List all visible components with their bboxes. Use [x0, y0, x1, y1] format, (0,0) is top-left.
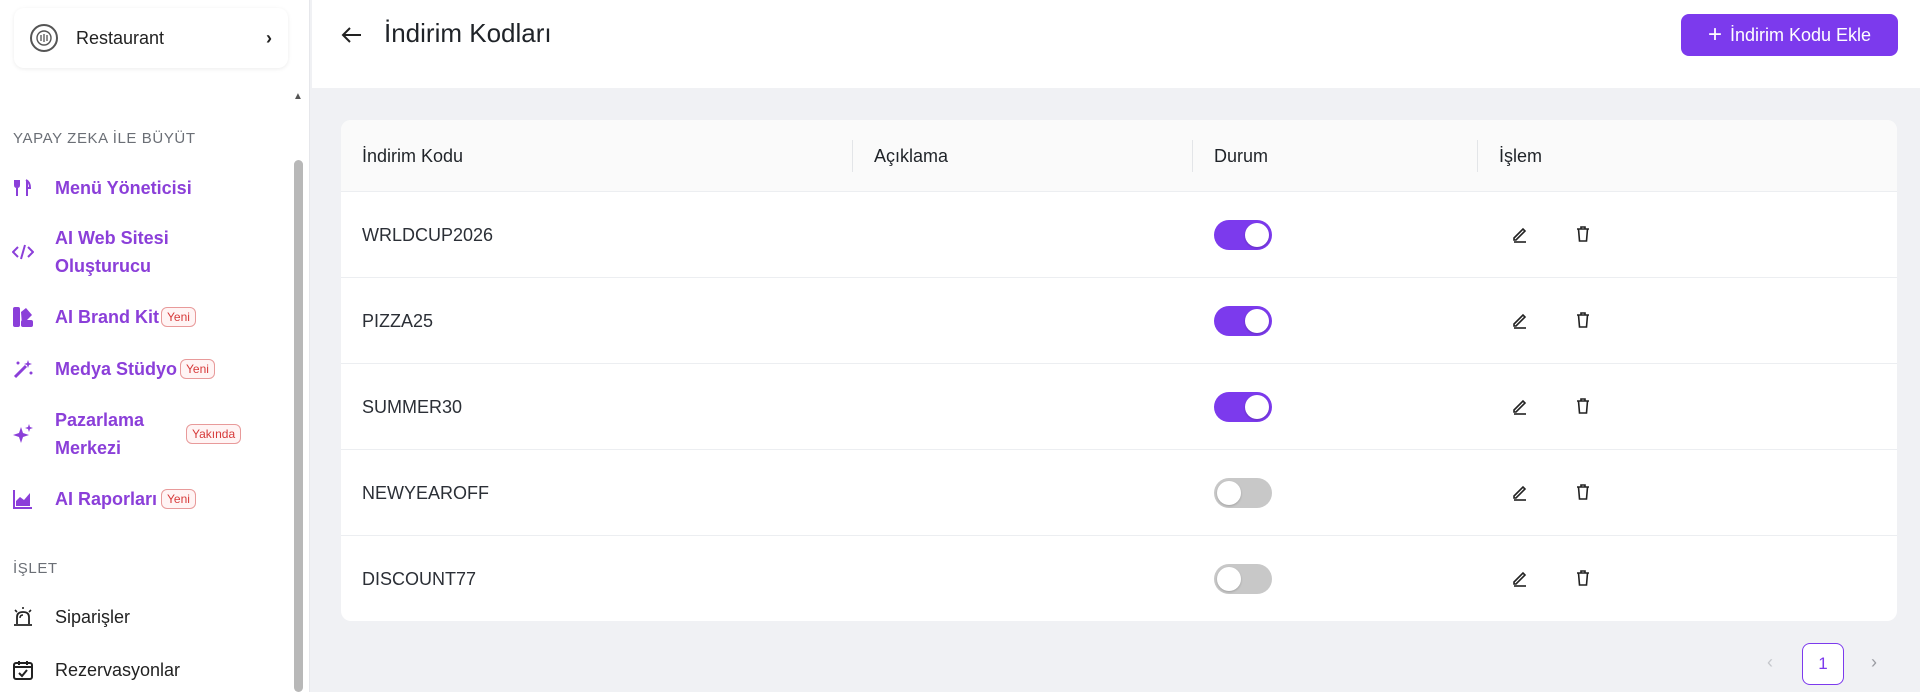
trash-icon[interactable] [1572, 309, 1594, 331]
table-header: İndirim Kodu Açıklama Durum İşlem [341, 120, 1897, 192]
table-row: NEWYEAROFF [341, 450, 1897, 536]
status-toggle[interactable] [1214, 306, 1272, 336]
plus-icon: + [1707, 21, 1722, 48]
sidebar-item-label: Rezervasyonlar [55, 660, 181, 680]
coming-soon-badge: Yakında [186, 424, 242, 444]
new-badge: Yeni [161, 489, 196, 509]
column-divider [852, 140, 853, 172]
sidebar-item-ai-brand-kit[interactable]: AI Brand Kit Yeni [0, 303, 280, 331]
sidebar-item-orders[interactable]: Siparişler [0, 603, 280, 631]
page-header: İndirim Kodları + İndirim Kodu Ekle [312, 0, 1920, 88]
pagination-next-button[interactable]: › [1864, 652, 1884, 676]
table-row: SUMMER30 [341, 364, 1897, 450]
pagination-prev-button[interactable]: ‹ [1760, 652, 1780, 676]
discount-code: PIZZA25 [362, 311, 434, 331]
column-divider [1192, 140, 1193, 172]
trash-icon[interactable] [1572, 395, 1594, 417]
sidebar: Restaurant › ▲ YAPAY ZEKA İLE BÜYÜT Menü… [0, 0, 310, 692]
discount-code: SUMMER30 [362, 397, 463, 417]
sidebar-item-label: AI Web Sitesi [55, 228, 169, 248]
scroll-up-arrow-icon[interactable]: ▲ [292, 90, 304, 102]
toggle-knob [1217, 481, 1241, 505]
toggle-knob [1245, 309, 1269, 333]
discount-code: DISCOUNT77 [362, 569, 477, 589]
code-icon [12, 241, 34, 263]
toggle-knob [1245, 223, 1269, 247]
restaurant-switcher[interactable]: Restaurant › [14, 8, 288, 68]
section-title-operate: İŞLET [13, 560, 58, 577]
sidebar-item-label-line2: Oluşturucu [55, 256, 152, 276]
new-badge: Yeni [161, 307, 196, 327]
sidebar-item-menu-manager[interactable]: Menü Yöneticisi [0, 174, 280, 202]
section-title-ai: YAPAY ZEKA İLE BÜYÜT [13, 130, 196, 147]
sidebar-item-label: Medya Stüdyo [55, 359, 178, 379]
pagination-page-button[interactable]: 1 [1802, 643, 1844, 685]
restaurant-logo-icon [30, 24, 58, 52]
sidebar-item-ai-reports[interactable]: AI Raporları Yeni [0, 485, 280, 513]
edit-icon[interactable] [1509, 481, 1531, 503]
table-row: WRLDCUP2026 [341, 192, 1897, 278]
discount-code: NEWYEAROFF [362, 483, 490, 503]
table-row: DISCOUNT77 [341, 536, 1897, 621]
trash-icon[interactable] [1572, 223, 1594, 245]
column-header-status: Durum [1214, 146, 1269, 166]
sidebar-scrollbar[interactable] [294, 160, 303, 692]
edit-icon[interactable] [1509, 395, 1531, 417]
discount-code: WRLDCUP2026 [362, 225, 494, 245]
status-toggle[interactable] [1214, 564, 1272, 594]
sidebar-item-label: Menü Yöneticisi [55, 178, 192, 198]
arrow-left-icon[interactable] [339, 22, 365, 48]
edit-icon[interactable] [1509, 223, 1531, 245]
sidebar-item-label: AI Raporları [55, 489, 158, 509]
sidebar-item-label-line2: Merkezi [55, 438, 122, 458]
column-header-description: Açıklama [874, 146, 949, 166]
status-toggle[interactable] [1214, 220, 1272, 250]
column-header-code: İndirim Kodu [362, 146, 464, 166]
column-header-actions: İşlem [1499, 146, 1543, 166]
sidebar-item-media-studio[interactable]: Medya Stüdyo Yeni [0, 355, 280, 383]
edit-icon[interactable] [1509, 567, 1531, 589]
status-toggle[interactable] [1214, 478, 1272, 508]
sidebar-item-ai-website-builder[interactable]: AI Web Sitesi Oluşturucu [0, 224, 280, 280]
sidebar-item-marketing-center[interactable]: Pazarlama Merkezi Yakında [0, 406, 280, 462]
chart-area-icon [12, 488, 34, 510]
edit-icon[interactable] [1509, 309, 1531, 331]
palette-icon [12, 306, 34, 328]
sidebar-item-label: Siparişler [55, 607, 131, 627]
toggle-knob [1245, 395, 1269, 419]
column-divider [1477, 140, 1478, 172]
alarm-bell-icon [12, 606, 34, 628]
sparkles-icon [12, 423, 34, 445]
sidebar-item-label: AI Brand Kit [55, 307, 160, 327]
magic-wand-icon [12, 358, 34, 380]
add-discount-code-button[interactable]: + İndirim Kodu Ekle [1681, 14, 1898, 56]
trash-icon[interactable] [1572, 481, 1594, 503]
calendar-check-icon [12, 659, 34, 681]
restaurant-name: Restaurant [76, 27, 165, 48]
add-discount-code-label: İndirim Kodu Ekle [1729, 24, 1872, 45]
page-title: İndirim Kodları [384, 18, 552, 48]
toggle-knob [1217, 567, 1241, 591]
discount-codes-table: İndirim Kodu Açıklama Durum İşlem WRLDCU… [341, 120, 1897, 621]
chevron-right-icon: › [266, 27, 272, 48]
status-toggle[interactable] [1214, 392, 1272, 422]
sidebar-item-reservations[interactable]: Rezervasyonlar [0, 656, 280, 684]
sidebar-item-label: Pazarlama [55, 410, 145, 430]
trash-icon[interactable] [1572, 567, 1594, 589]
utensils-icon [12, 177, 34, 199]
table-row: PIZZA25 [341, 278, 1897, 364]
new-badge: Yeni [180, 359, 215, 379]
